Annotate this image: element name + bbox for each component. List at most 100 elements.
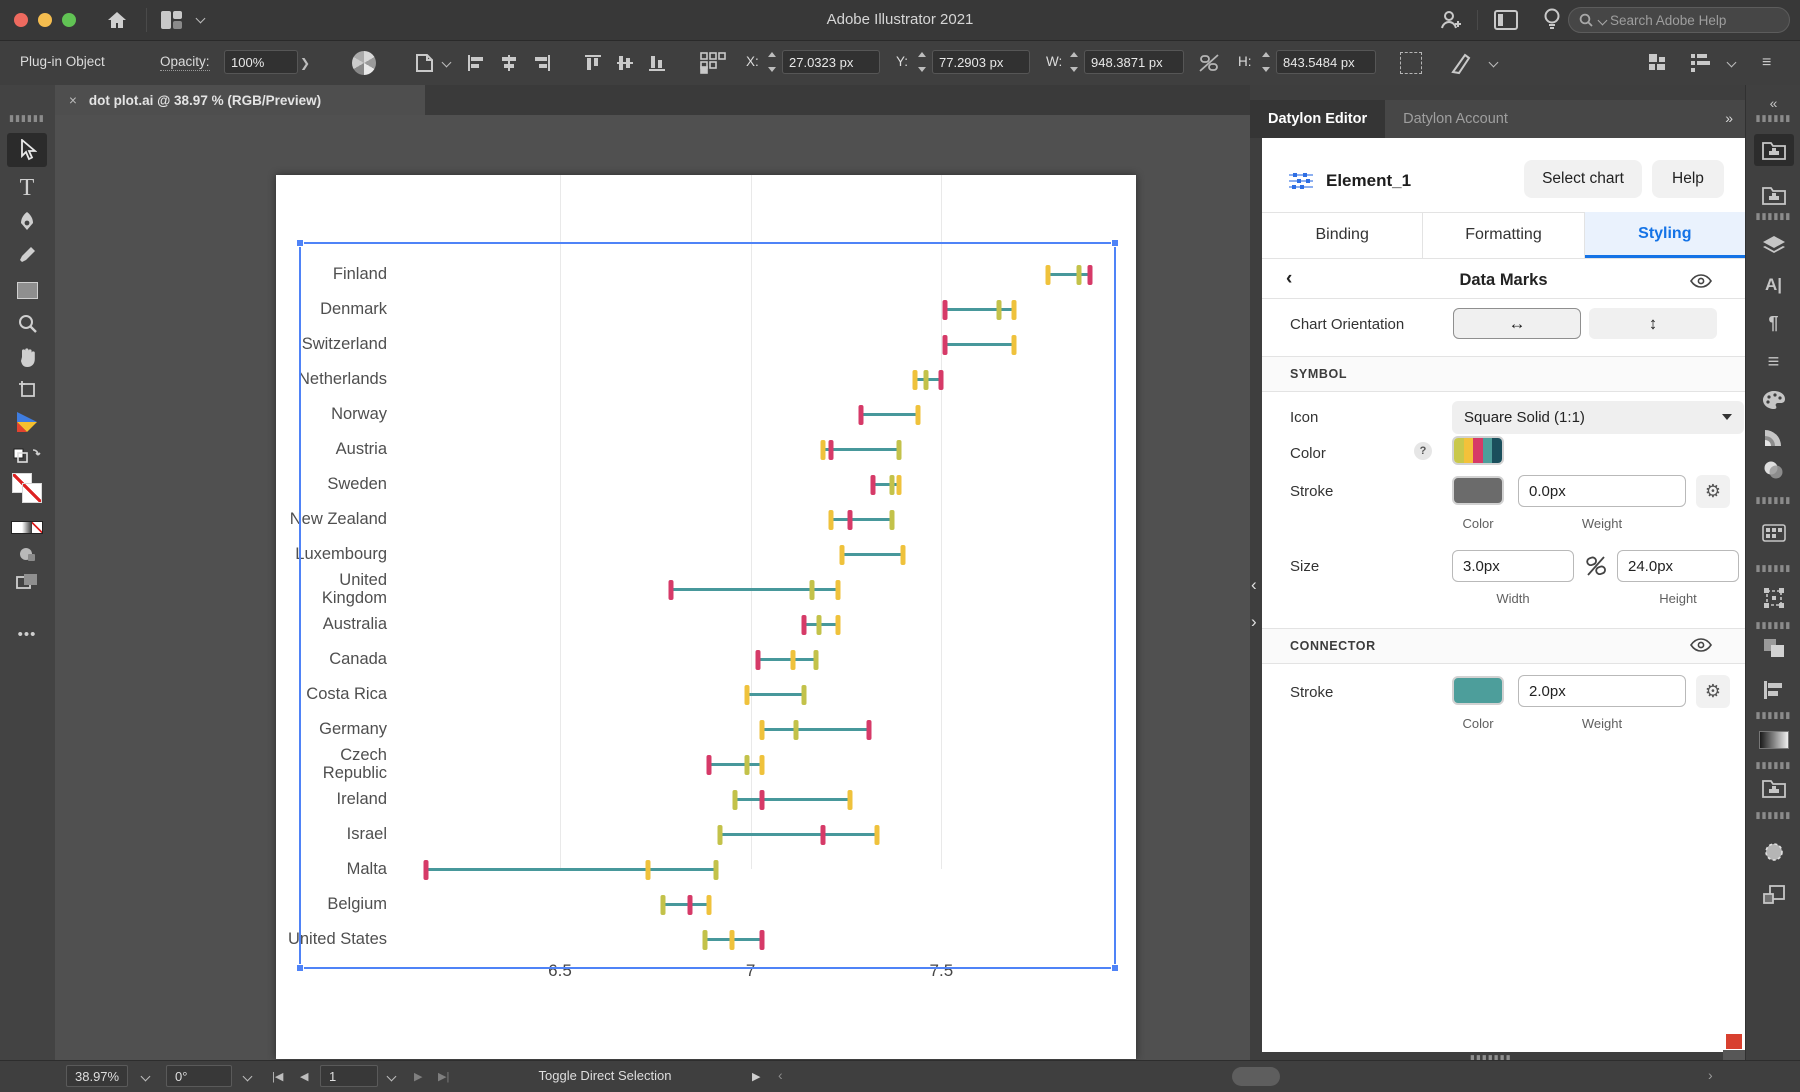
constrain-proportions-icon[interactable]: [1198, 53, 1220, 73]
artboard[interactable]: Finland Denmark Switzerland Netherlands Norw…: [276, 175, 1136, 1059]
scroll-right-icon[interactable]: ›: [1708, 1067, 1713, 1083]
properties-grid-icon[interactable]: [1648, 53, 1668, 73]
document-setup-icon[interactable]: [413, 52, 437, 74]
pathfinder-panel-icon[interactable]: [1746, 632, 1800, 664]
eyedropper-tool[interactable]: [7, 239, 47, 273]
panel-list-icon[interactable]: [1690, 53, 1712, 73]
opacity-input[interactable]: 100%: [224, 50, 298, 74]
opacity-expand-icon[interactable]: ❯: [300, 56, 310, 70]
y-stepper[interactable]: [916, 52, 927, 72]
stroke-color-swatch[interactable]: [1452, 476, 1504, 505]
size-height-input[interactable]: 24.0px: [1617, 550, 1739, 582]
color-panel-icon[interactable]: [1746, 384, 1800, 416]
visibility-eye-icon[interactable]: [1690, 274, 1712, 288]
type-tool[interactable]: T: [7, 171, 47, 205]
libraries-panel-icon[interactable]: [1754, 134, 1794, 166]
tab-formatting[interactable]: Formatting: [1423, 212, 1585, 258]
help-search-input[interactable]: Search Adobe Help: [1568, 7, 1790, 33]
tab-datylon-account[interactable]: Datylon Account: [1385, 100, 1526, 138]
selection-handle[interactable]: [296, 239, 304, 247]
w-stepper[interactable]: [1068, 52, 1079, 72]
connector-gear-icon[interactable]: ⚙: [1696, 675, 1730, 708]
menu-lines-icon[interactable]: ≡: [1762, 54, 1771, 72]
zoom-tool[interactable]: [7, 306, 47, 340]
w-input[interactable]: 948.3871 px: [1084, 50, 1184, 74]
hand-tool[interactable]: [7, 340, 47, 374]
orientation-horizontal-button[interactable]: ↔: [1453, 308, 1581, 339]
arrange-documents-icon[interactable]: [1494, 10, 1518, 30]
stroke-weight-input[interactable]: 0.0px: [1518, 475, 1686, 507]
status-play-icon[interactable]: ▶: [752, 1070, 760, 1083]
screen-mode-icon[interactable]: [7, 565, 47, 599]
transform-icon[interactable]: [1400, 52, 1422, 74]
more-tools-icon[interactable]: •••: [7, 617, 47, 651]
artboard-number-field[interactable]: 1: [320, 1065, 378, 1087]
shaper-chevron-icon[interactable]: [1488, 57, 1499, 68]
unlink-icon[interactable]: [1584, 554, 1608, 578]
close-tab-icon[interactable]: ×: [69, 93, 77, 108]
rotation-chevron-icon[interactable]: [242, 1071, 253, 1082]
x-stepper[interactable]: [766, 52, 777, 72]
panel-collapse-icon[interactable]: »: [1725, 110, 1733, 126]
distribute-icon[interactable]: [700, 52, 726, 74]
selection-bounding-box[interactable]: [296, 239, 1119, 972]
size-width-input[interactable]: 3.0px: [1452, 550, 1574, 582]
zoom-chevron-icon[interactable]: [140, 1071, 151, 1082]
h-stepper[interactable]: [1260, 52, 1271, 72]
prev-artboard-icon[interactable]: ◀: [300, 1070, 308, 1083]
orientation-vertical-button[interactable]: ↕: [1589, 308, 1717, 339]
tab-binding[interactable]: Binding: [1262, 212, 1424, 258]
connector-weight-input[interactable]: 2.0px: [1518, 675, 1686, 707]
horizontal-scrollbar-thumb[interactable]: [1232, 1067, 1280, 1086]
layers-panel-icon[interactable]: [1746, 229, 1800, 261]
stroke-panel-icon[interactable]: ≡: [1746, 346, 1800, 378]
align-middle-icon[interactable]: [617, 55, 635, 71]
canvas-area[interactable]: Finland Denmark Switzerland Netherlands Norw…: [55, 115, 1250, 1060]
connector-color-swatch[interactable]: [1452, 676, 1504, 705]
character-panel-icon[interactable]: A|: [1746, 269, 1800, 301]
share-user-icon[interactable]: [1438, 8, 1462, 32]
datylon-tool[interactable]: [7, 405, 47, 439]
align-right-icon[interactable]: [532, 55, 550, 71]
swap-fill-stroke-icon[interactable]: [7, 439, 47, 473]
selection-handle[interactable]: [1111, 239, 1119, 247]
y-input[interactable]: 77.2903 px: [932, 50, 1030, 74]
select-chart-button[interactable]: Select chart: [1524, 160, 1642, 198]
zoom-level-field[interactable]: 38.97%: [66, 1065, 128, 1087]
tab-styling[interactable]: Styling: [1584, 212, 1745, 258]
selection-tool[interactable]: [7, 133, 47, 167]
selection-handle[interactable]: [296, 964, 304, 972]
opacity-label[interactable]: Opacity:: [160, 54, 210, 71]
align-center-icon[interactable]: [500, 55, 518, 71]
selection-handle[interactable]: [1111, 964, 1119, 972]
align-left-icon[interactable]: [468, 55, 486, 71]
swatches-panel-icon[interactable]: [1746, 517, 1800, 549]
document-tab[interactable]: × dot plot.ai @ 38.97 % (RGB/Preview): [55, 85, 425, 115]
rotation-field[interactable]: 0°: [166, 1065, 232, 1087]
document-setup-chevron-icon[interactable]: [441, 57, 452, 68]
discover-lightbulb-icon[interactable]: [1541, 7, 1563, 33]
panel-list-chevron-icon[interactable]: [1726, 57, 1737, 68]
pen-tool[interactable]: [7, 205, 47, 239]
panel-expand-left-icon[interactable]: ‹: [1251, 575, 1257, 595]
panel-expand-right-icon[interactable]: ›: [1251, 612, 1257, 632]
artboard-chevron-icon[interactable]: [386, 1071, 397, 1082]
rectangle-tool[interactable]: [7, 273, 47, 307]
paragraph-panel-icon[interactable]: ¶: [1746, 307, 1800, 339]
color-guide-panel-icon[interactable]: [1746, 421, 1800, 453]
artboard-tool[interactable]: [7, 373, 47, 407]
recolor-artwork-icon[interactable]: [352, 51, 376, 75]
help-button[interactable]: Help: [1652, 160, 1724, 198]
magic-wand-panel-icon[interactable]: [1746, 836, 1800, 868]
fill-stroke-indicator[interactable]: [7, 471, 47, 505]
color-help-badge[interactable]: ?: [1414, 442, 1432, 460]
first-artboard-icon[interactable]: |◀: [272, 1070, 283, 1083]
align-bottom-icon[interactable]: [649, 55, 667, 71]
artboards-panel-icon[interactable]: [1746, 879, 1800, 911]
tab-datylon-editor[interactable]: Datylon Editor: [1250, 100, 1386, 138]
stroke-settings-gear-icon[interactable]: ⚙: [1696, 475, 1730, 508]
connector-eye-icon[interactable]: [1690, 638, 1712, 652]
h-input[interactable]: 843.5484 px: [1276, 50, 1376, 74]
color-palette-swatch[interactable]: [1452, 436, 1504, 465]
status-back-chevron-icon[interactable]: ‹: [778, 1067, 783, 1083]
